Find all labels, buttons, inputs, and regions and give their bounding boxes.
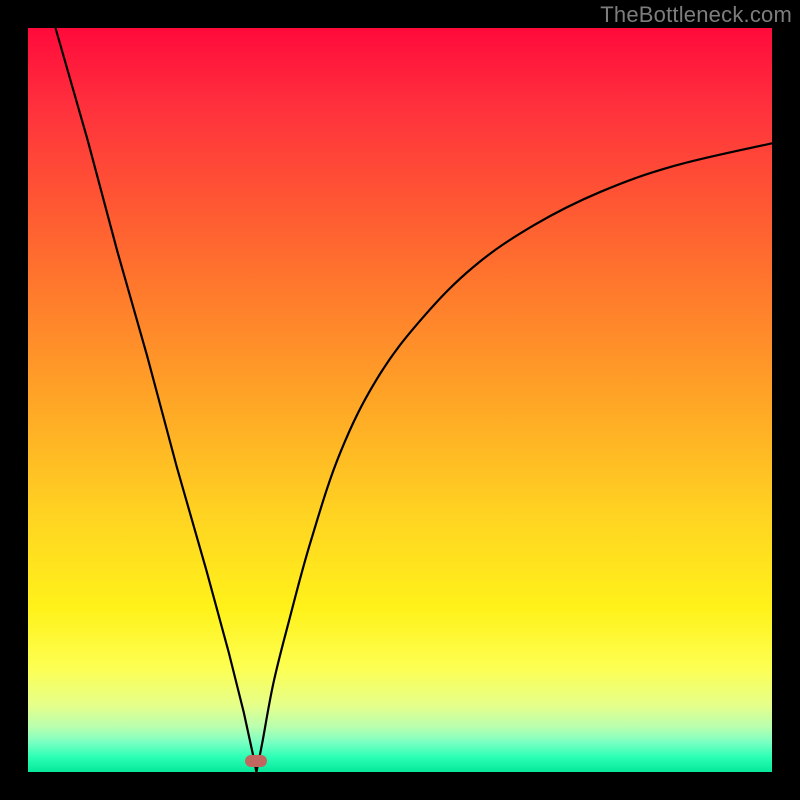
chart-frame: TheBottleneck.com [0,0,800,800]
minimum-marker [245,755,267,767]
plot-area [28,28,772,772]
watermark-text: TheBottleneck.com [600,2,792,28]
bottleneck-curve [28,28,772,772]
curve-path [56,28,773,772]
